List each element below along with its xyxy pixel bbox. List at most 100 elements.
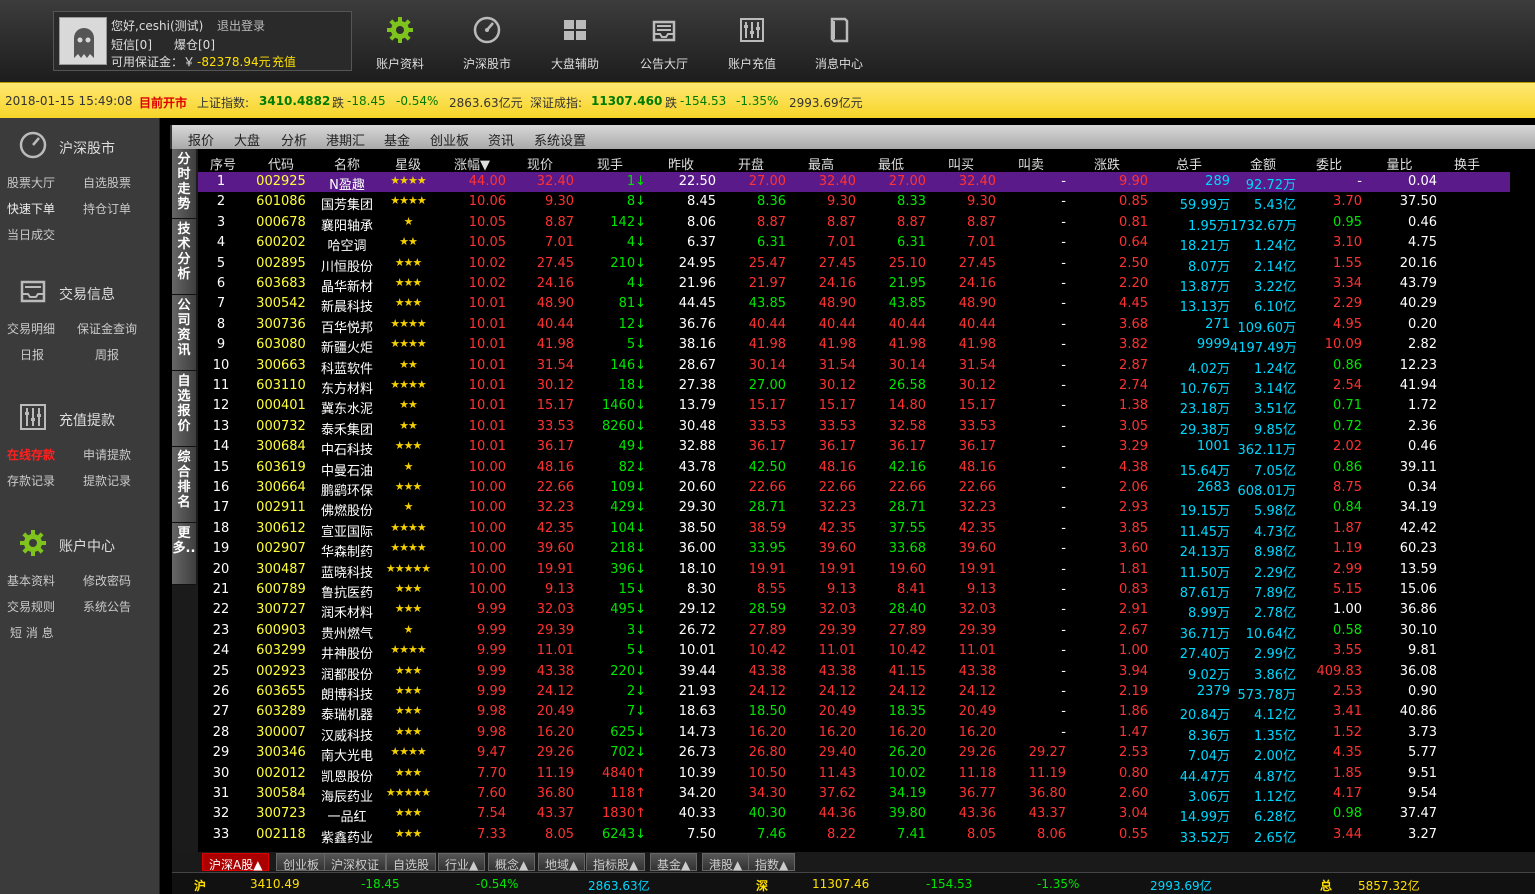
- column-header[interactable]: 涨跌: [1066, 154, 1148, 173]
- sidebar-item[interactable]: 交易规则: [7, 598, 55, 615]
- sidebar-item[interactable]: 提款记录: [83, 472, 131, 489]
- bottom-tab[interactable]: 行业▲: [438, 853, 486, 872]
- column-header[interactable]: 最高: [786, 154, 856, 173]
- sidebar-item[interactable]: 自选股票: [83, 174, 131, 191]
- nav-account-info[interactable]: 账户资料: [360, 0, 440, 82]
- tab-settings[interactable]: 系统设置: [534, 130, 586, 149]
- sidebar-item[interactable]: 保证金查询: [77, 320, 137, 337]
- bottom-tab[interactable]: 概念▲: [488, 853, 536, 872]
- table-row[interactable]: 16 300664 鹏鹞环保 ★★★ 10.00 22.66 109↓ 20.60 22.66 2…: [198, 478, 1510, 499]
- table-row[interactable]: 28 300007 汉威科技 ★★★ 9.98 16.20 625↓ 14.73 16.20 16…: [198, 723, 1510, 744]
- table-row[interactable]: 26 603655 朗博科技 ★★★ 9.99 24.12 2↓ 21.93 24.12 24.1…: [198, 682, 1510, 703]
- column-header[interactable]: 现价: [506, 154, 574, 173]
- column-header[interactable]: 名称: [316, 154, 378, 173]
- table-row[interactable]: 5 002895 川恒股份 ★★★ 10.02 27.45 210↓ 24.95 25.47 27…: [198, 254, 1510, 275]
- table-row[interactable]: 1 002925 N盈趣 ★★★★ 44.00 32.40 1↓ 22.50 27.00 32.4…: [198, 172, 1510, 193]
- sidebar-item[interactable]: 系统公告: [83, 598, 131, 615]
- bottom-tab[interactable]: 指数▲: [748, 853, 796, 872]
- table-row[interactable]: 2 601086 国芳集团 ★★★★ 10.06 9.30 8↓ 8.45 8.36 9.30 8.…: [198, 192, 1510, 213]
- tab-analysis[interactable]: 分析: [281, 130, 307, 149]
- column-header[interactable]: 昨收: [646, 154, 716, 173]
- sidebar-item[interactable]: 存款记录: [7, 472, 55, 489]
- table-row[interactable]: 33 002118 紫鑫药业 ★★★ 7.33 8.05 6243↓ 7.50 7.46 8.22…: [198, 825, 1510, 846]
- sidebar-item-active[interactable]: 在线存款: [7, 446, 55, 463]
- table-row[interactable]: 25 002923 润都股份 ★★★ 9.99 43.38 220↓ 39.44 43.38 43…: [198, 662, 1510, 683]
- table-row[interactable]: 4 600202 哈空调 ★★ 10.05 7.01 4↓ 6.37 6.31 7.01 6.31 7…: [198, 233, 1510, 254]
- column-header[interactable]: 代码: [246, 154, 316, 173]
- sidebar-item[interactable]: 申请提款: [83, 446, 131, 463]
- table-row[interactable]: 10 300663 科蓝软件 ★★ 10.01 31.54 146↓ 28.67 30.14 31…: [198, 356, 1510, 377]
- sidebar-item[interactable]: 当日成交: [7, 226, 55, 243]
- column-header[interactable]: 委比: [1296, 154, 1362, 173]
- table-row[interactable]: 13 000732 泰禾集团 ★★ 10.01 33.53 8260↓ 30.48 33.53 3…: [198, 417, 1510, 438]
- sidebar-item[interactable]: 快速下单: [7, 200, 55, 217]
- table-row[interactable]: 12 000401 冀东水泥 ★★ 10.01 15.17 1460↓ 13.79 15.17 1…: [198, 396, 1510, 417]
- bottom-tab[interactable]: 基金▲: [650, 853, 698, 872]
- table-row[interactable]: 32 300723 一品红 ★★★ 7.54 43.37 1830↑ 40.33 40.30 44…: [198, 804, 1510, 825]
- sidebar-item[interactable]: 股票大厅: [7, 174, 55, 191]
- table-row[interactable]: 21 600789 鲁抗医药 ★★★ 10.00 9.13 15↓ 8.30 8.55 9.13 8…: [198, 580, 1510, 601]
- liquidation-link[interactable]: 爆仓[0]: [174, 36, 215, 53]
- table-row[interactable]: 7 300542 新晨科技 ★★★ 10.01 48.90 81↓ 44.45 43.85 48.…: [198, 294, 1510, 315]
- table-row[interactable]: 23 600903 贵州燃气 ★ 9.99 29.39 3↓ 26.72 27.89 29.39 2…: [198, 621, 1510, 642]
- table-row[interactable]: 14 300684 中石科技 ★★★ 10.01 36.17 49↓ 32.88 36.17 36…: [198, 437, 1510, 458]
- tab-market[interactable]: 大盘: [234, 130, 260, 149]
- table-row[interactable]: 27 603289 泰瑞机器 ★★★ 9.98 20.49 7↓ 18.63 18.50 20.4…: [198, 702, 1510, 723]
- column-header[interactable]: 叫买: [926, 154, 996, 173]
- table-row[interactable]: 24 603299 井神股份 ★★★★ 9.99 11.01 5↓ 10.01 10.42 11.…: [198, 641, 1510, 662]
- table-row[interactable]: 17 002911 佛燃股份 ★ 10.00 32.23 429↓ 29.30 28.71 32.…: [198, 498, 1510, 519]
- vtab-watchlist[interactable]: 自选报价: [172, 371, 196, 447]
- sidebar-item[interactable]: 周报: [95, 346, 119, 363]
- table-row[interactable]: 3 000678 襄阳轴承 ★ 10.05 8.87 142↓ 8.06 8.87 8.87 8.8…: [198, 213, 1510, 234]
- vtab-more[interactable]: 更多..: [172, 523, 196, 585]
- table-row[interactable]: 15 603619 中曼石油 ★ 10.00 48.16 82↓ 43.78 42.50 48.1…: [198, 458, 1510, 479]
- column-header[interactable]: 叫卖: [996, 154, 1066, 173]
- logout-link[interactable]: 退出登录: [217, 17, 265, 34]
- table-row[interactable]: 9 603080 新疆火炬 ★★★★ 10.01 41.98 5↓ 38.16 41.98 41.…: [198, 335, 1510, 356]
- bottom-tab[interactable]: 地域▲: [538, 853, 586, 872]
- column-header[interactable]: 开盘: [716, 154, 786, 173]
- nav-market-aid[interactable]: 大盘辅助: [535, 0, 615, 82]
- tab-news[interactable]: 资讯: [488, 130, 514, 149]
- table-row[interactable]: 19 002907 华森制药 ★★★★ 10.00 39.60 218↓ 36.00 33.95…: [198, 539, 1510, 560]
- table-row[interactable]: 22 300727 润禾材料 ★★★ 9.99 32.03 495↓ 29.12 28.59 32…: [198, 600, 1510, 621]
- nav-recharge[interactable]: 账户充值: [712, 0, 792, 82]
- recharge-link[interactable]: 充值: [272, 53, 296, 70]
- bottom-tab[interactable]: 自选股: [386, 853, 437, 872]
- sidebar-item[interactable]: 日报: [20, 346, 44, 363]
- nav-announcements[interactable]: 公告大厅: [624, 0, 704, 82]
- vtab-technical[interactable]: 技术分析: [172, 219, 196, 295]
- bottom-tab[interactable]: 创业板: [276, 853, 327, 872]
- column-header[interactable]: 星级: [378, 154, 438, 173]
- table-row[interactable]: 6 603683 晶华新材 ★★★ 10.02 24.16 4↓ 21.96 21.97 24.1…: [198, 274, 1510, 295]
- table-row[interactable]: 30 002012 凯恩股份 ★★★ 7.70 11.19 4840↑ 10.39 10.50 1…: [198, 764, 1510, 785]
- sidebar-item[interactable]: 基本资料: [7, 572, 55, 589]
- column-header[interactable]: 量比: [1362, 154, 1437, 173]
- tab-hk-futures-fx[interactable]: 港期汇: [326, 130, 365, 149]
- table-row[interactable]: 18 300612 宣亚国际 ★★★★ 10.00 42.35 104↓ 38.50 38.59…: [198, 519, 1510, 540]
- vtab-company[interactable]: 公司资讯: [172, 295, 196, 371]
- tab-fund[interactable]: 基金: [384, 130, 410, 149]
- table-row[interactable]: 20 300487 蓝晓科技 ★★★★★ 10.00 19.91 396↓ 18.10 19.9…: [198, 560, 1510, 581]
- column-header[interactable]: 现手: [574, 154, 646, 173]
- sidebar-item[interactable]: 短 消 息: [10, 624, 54, 641]
- bottom-tab[interactable]: 沪深A股▲: [202, 853, 270, 872]
- nav-messages[interactable]: 消息中心: [799, 0, 879, 82]
- table-row[interactable]: 11 603110 东方材料 ★★★★ 10.01 30.12 18↓ 27.38 27.00 3…: [198, 376, 1510, 397]
- sidebar-item[interactable]: 持仓订单: [83, 200, 131, 217]
- column-header[interactable]: 金额: [1230, 154, 1296, 173]
- sidebar-item[interactable]: 修改密码: [83, 572, 131, 589]
- column-header[interactable]: 总手: [1148, 154, 1230, 173]
- vtab-intraday[interactable]: 分时走势: [172, 149, 196, 219]
- column-header[interactable]: 序号: [200, 154, 246, 173]
- tab-quote[interactable]: 报价: [188, 130, 214, 149]
- tab-gem[interactable]: 创业板: [430, 130, 469, 149]
- column-header[interactable]: 涨幅▼: [438, 154, 506, 173]
- bottom-tab[interactable]: 沪深权证: [324, 853, 387, 872]
- column-header[interactable]: 最低: [856, 154, 926, 173]
- table-row[interactable]: 29 300346 南大光电 ★★★★ 9.47 29.26 702↓ 26.73 26.80 2…: [198, 743, 1510, 764]
- column-header[interactable]: 换手: [1437, 154, 1497, 173]
- bottom-tab[interactable]: 港股▲: [702, 853, 750, 872]
- vtab-ranking[interactable]: 综合排名: [172, 447, 196, 523]
- bottom-tab[interactable]: 指标股▲: [586, 853, 646, 872]
